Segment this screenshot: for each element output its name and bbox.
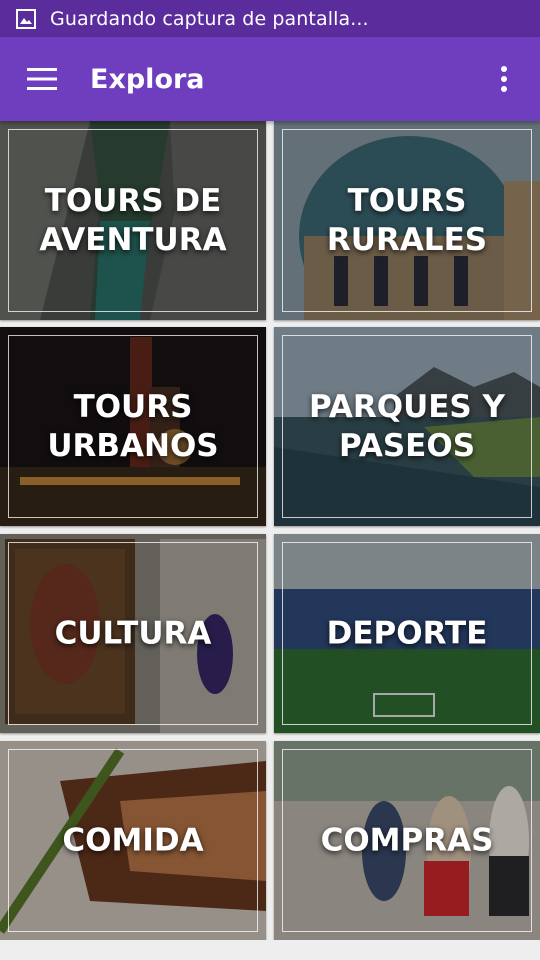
category-tile-cultura[interactable]: CULTURA — [0, 534, 266, 733]
category-tile-compras[interactable]: COMPRAS — [274, 741, 540, 940]
bottom-strip — [0, 940, 540, 960]
category-label: CULTURA — [54, 615, 212, 651]
category-label: COMPRAS — [320, 822, 494, 858]
category-label: COMIDA — [62, 822, 204, 858]
status-notification-text: Guardando captura de pantalla... — [50, 7, 369, 30]
category-label: TOURS URBANOS — [47, 388, 219, 464]
category-tile-deporte[interactable]: DEPORTE — [274, 534, 540, 733]
category-tile-comida[interactable]: COMIDA — [0, 741, 266, 940]
overflow-menu-button[interactable] — [486, 49, 522, 109]
category-label: PARQUES Y PASEOS — [308, 388, 505, 464]
category-grid: TOURS DE AVENTURA TOURS RURALES TOURS UR… — [0, 121, 540, 960]
category-tile-tours-aventura[interactable]: TOURS DE AVENTURA — [0, 121, 266, 320]
app-bar: Explora — [0, 37, 540, 121]
category-tile-parques-paseos[interactable]: PARQUES Y PASEOS — [274, 327, 540, 526]
menu-button[interactable] — [12, 49, 72, 109]
category-label: DEPORTE — [326, 615, 488, 651]
category-tile-tours-rurales[interactable]: TOURS RURALES — [274, 121, 540, 320]
category-tile-tours-urbanos[interactable]: TOURS URBANOS — [0, 327, 266, 526]
hamburger-menu-icon — [27, 68, 57, 90]
category-label: TOURS RURALES — [326, 182, 488, 258]
more-vert-icon — [501, 66, 507, 92]
image-icon — [16, 8, 36, 29]
page-title: Explora — [90, 63, 205, 95]
category-label: TOURS DE AVENTURA — [39, 182, 227, 258]
status-bar: Guardando captura de pantalla... — [0, 0, 540, 37]
